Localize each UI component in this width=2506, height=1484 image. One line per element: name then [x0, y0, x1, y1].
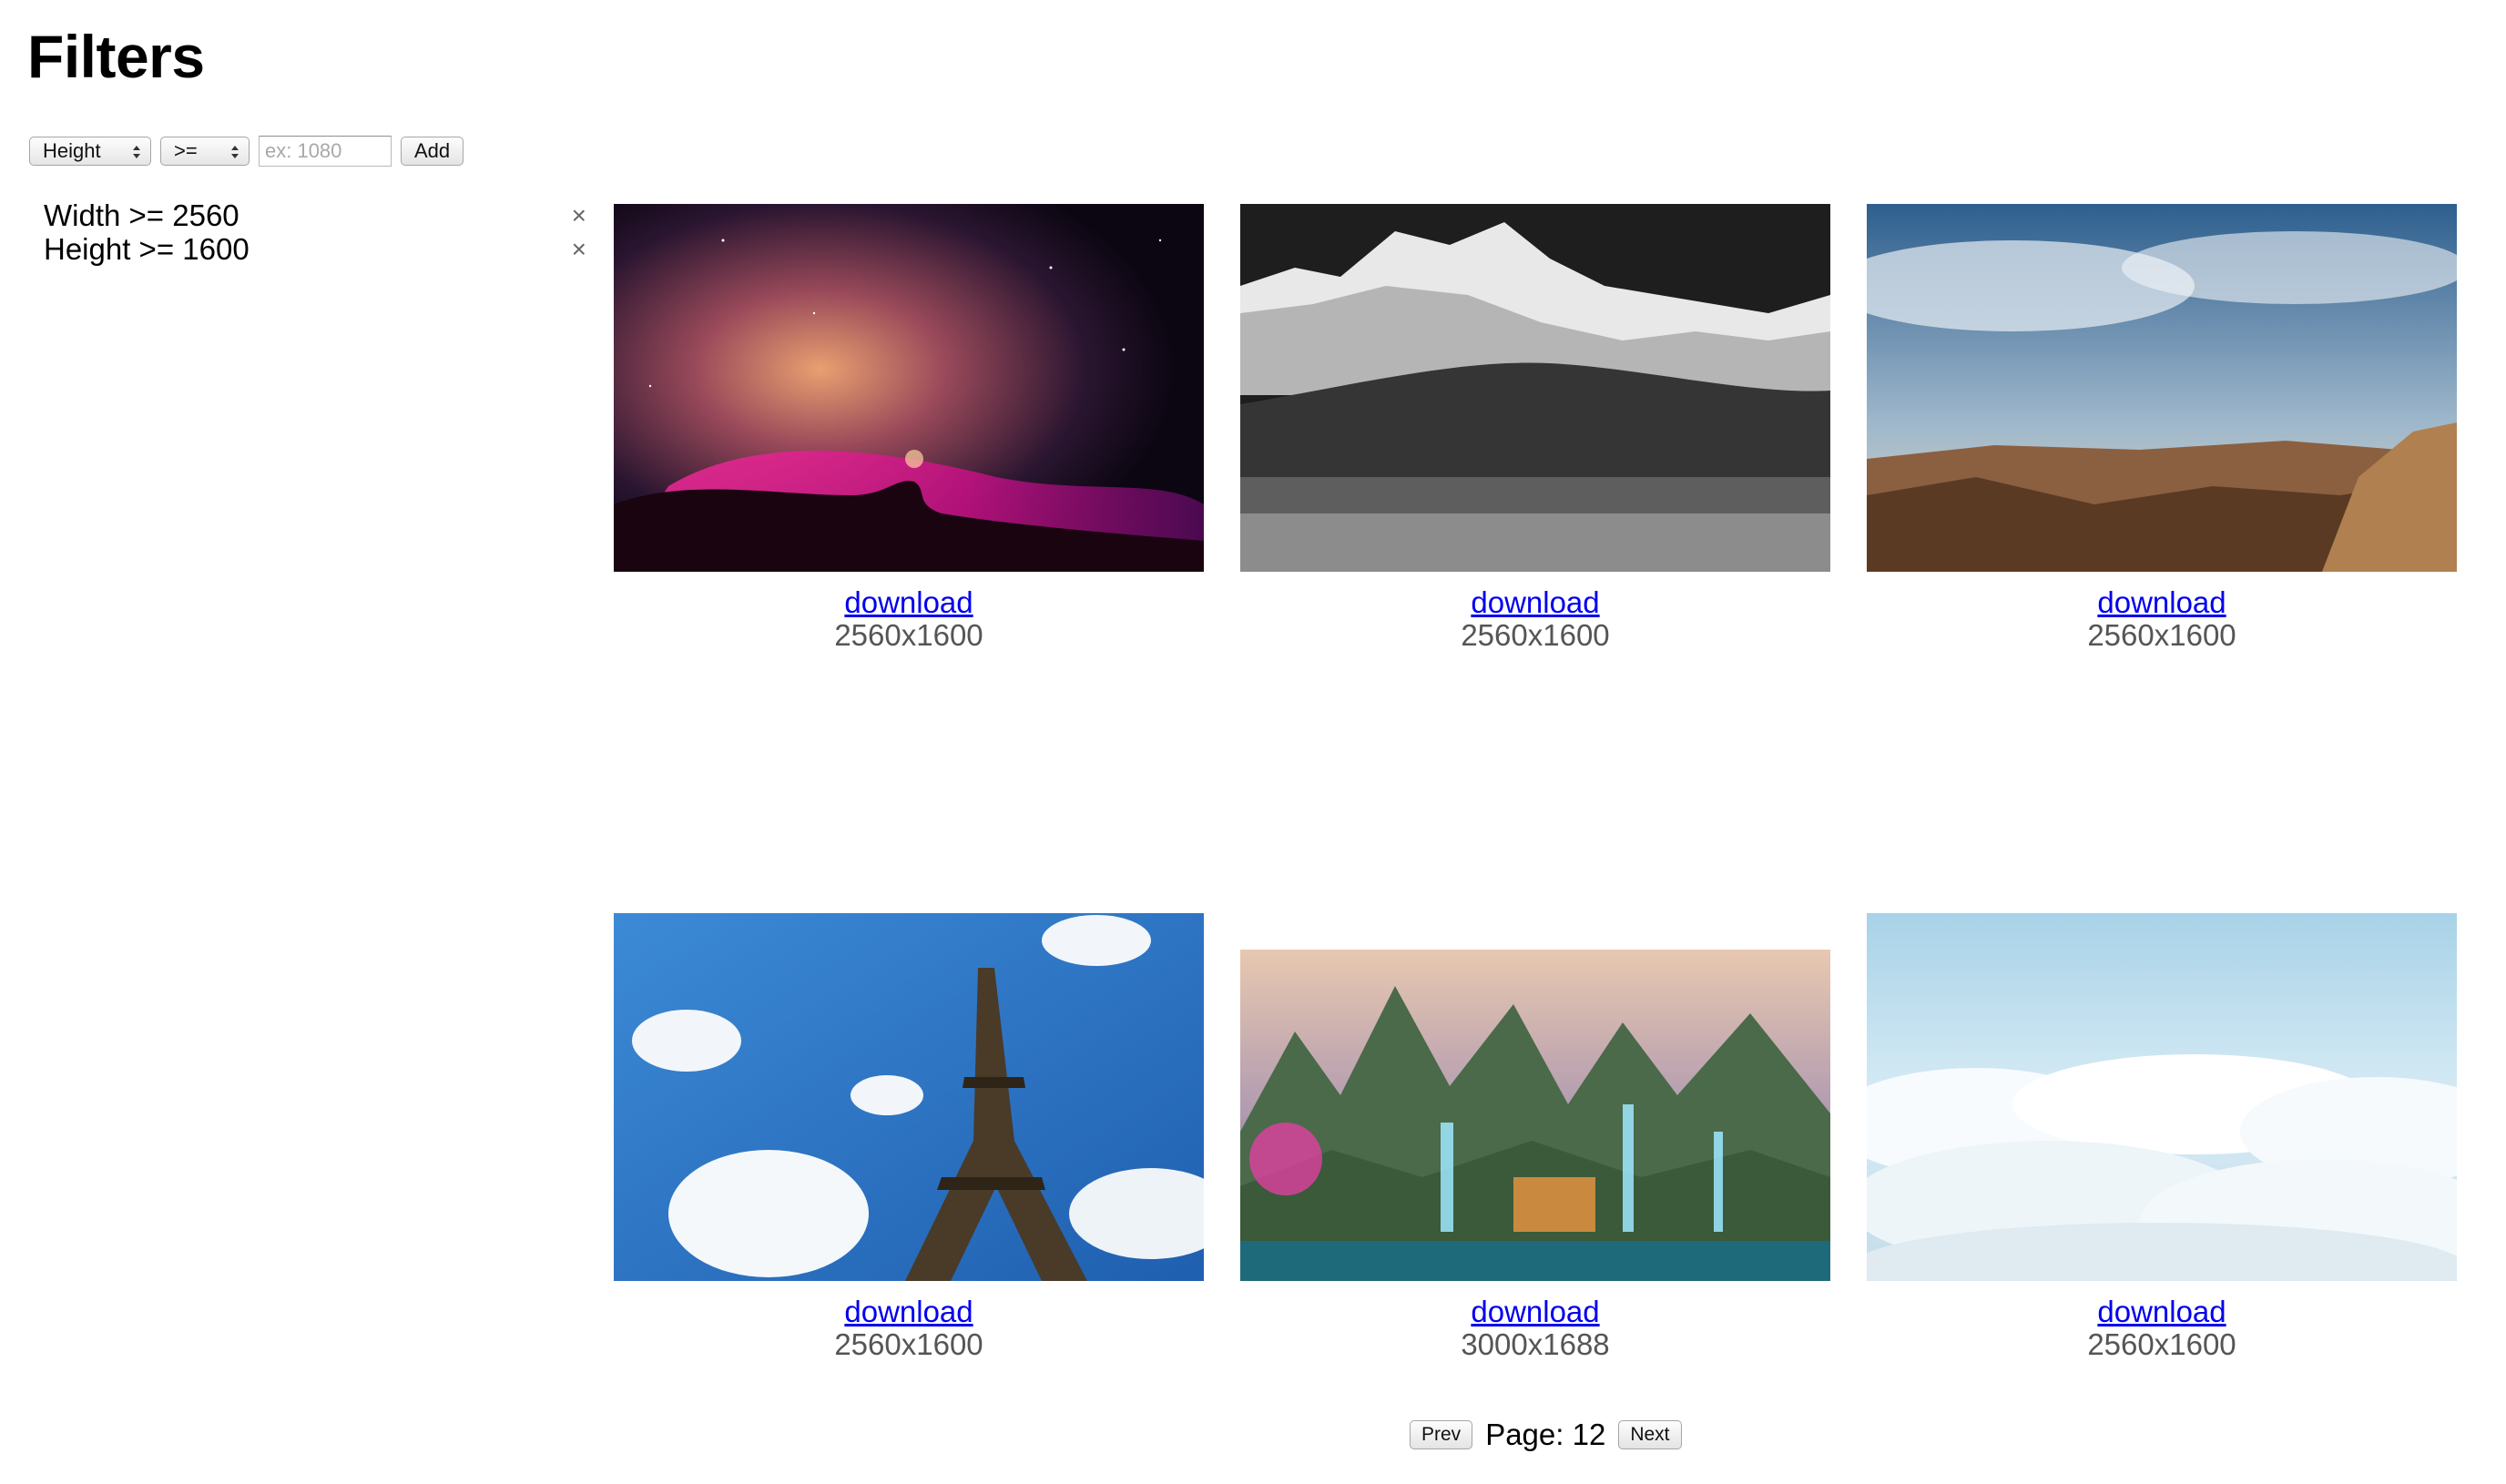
wallpaper-thumbnail	[614, 913, 1204, 1281]
download-link[interactable]: download	[1471, 1296, 1599, 1328]
wallpaper-card: download 3000x1688	[1240, 950, 1830, 1361]
filter-field-selected: Height	[43, 139, 101, 162]
active-filter-item: Height >= 1600 ×	[44, 232, 586, 266]
wallpaper-card: download 2560x1600	[614, 913, 1204, 1361]
page-title: Filters	[27, 23, 205, 90]
filter-operator-selected: >=	[174, 139, 198, 162]
active-filter-label: Height >= 1600	[44, 232, 250, 266]
wallpaper-thumbnail	[614, 204, 1204, 572]
wallpaper-card: download 2560x1600	[1867, 913, 2457, 1361]
pagination: Prev Page: 12 Next	[1410, 1417, 1682, 1453]
wallpaper-card: download 2560x1600	[614, 204, 1204, 652]
wallpaper-resolution: 2560x1600	[1461, 618, 1610, 652]
download-link[interactable]: download	[844, 1296, 973, 1328]
wallpaper-card: download 2560x1600	[1240, 204, 1830, 652]
filter-form: Height >= Add	[29, 135, 464, 168]
next-page-button[interactable]: Next	[1618, 1420, 1682, 1449]
active-filters-list: Width >= 2560 × Height >= 1600 ×	[44, 198, 586, 266]
wallpaper-resolution: 2560x1600	[2087, 618, 2236, 652]
wallpaper-resolution: 2560x1600	[834, 1327, 983, 1361]
filter-field-select[interactable]: Height	[29, 137, 151, 166]
active-filter-label: Width >= 2560	[44, 198, 239, 232]
download-link[interactable]: download	[2097, 1296, 2226, 1328]
wallpaper-resolution: 2560x1600	[834, 618, 983, 652]
filter-value-input[interactable]	[259, 136, 392, 167]
wallpaper-resolution: 3000x1688	[1461, 1327, 1610, 1361]
download-link[interactable]: download	[1471, 586, 1599, 619]
wallpaper-thumbnail	[1240, 204, 1830, 572]
select-arrows-icon	[133, 146, 140, 158]
page-indicator: Page: 12	[1485, 1418, 1606, 1451]
active-filter-item: Width >= 2560 ×	[44, 198, 586, 232]
download-link[interactable]: download	[844, 586, 973, 619]
download-link[interactable]: download	[2097, 586, 2226, 619]
wallpaper-thumbnail	[1867, 204, 2457, 572]
select-arrows-icon	[231, 146, 239, 158]
add-filter-button[interactable]: Add	[401, 137, 464, 166]
wallpaper-thumbnail	[1867, 913, 2457, 1281]
wallpaper-card: download 2560x1600	[1867, 204, 2457, 652]
remove-filter-icon[interactable]: ×	[572, 198, 586, 232]
wallpaper-resolution: 2560x1600	[2087, 1327, 2236, 1361]
prev-page-button[interactable]: Prev	[1410, 1420, 1473, 1449]
wallpaper-thumbnail	[1240, 950, 1830, 1281]
remove-filter-icon[interactable]: ×	[572, 232, 586, 266]
filter-operator-select[interactable]: >=	[160, 137, 250, 166]
